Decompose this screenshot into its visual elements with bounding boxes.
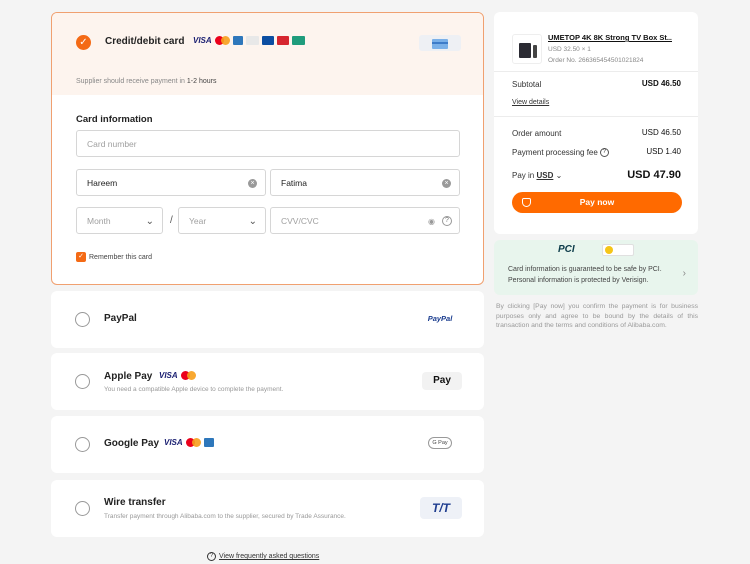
shield-icon [522,198,531,207]
unionpay-logo [276,36,289,45]
fee-label: Payment processing fee? [512,148,609,158]
paypal-radio[interactable] [75,312,90,327]
order-amount-value: USD 46.50 [641,128,681,137]
subtotal-value: USD 46.50 [641,79,681,88]
last-name-field[interactable]: Fatima × [270,169,460,196]
mastercard-logo [180,371,196,380]
faq-link[interactable]: ? View frequently asked questions [207,552,319,561]
product-thumbnail[interactable] [512,34,542,64]
selected-check-icon: ✓ [76,35,91,50]
chevron-down-icon: ⌄ [248,216,257,227]
visa-logo: VISA [193,36,212,45]
verisign-logo [602,244,634,256]
chevron-down-icon: ⌄ [145,216,154,227]
month-placeholder: Month [87,216,111,226]
card-badge [419,35,461,51]
discover-logo [245,36,259,45]
wire-transfer-title: Wire transfer [104,497,166,508]
apple-pay-brand-logos: VISA [159,371,196,380]
tt-logo: T/T [420,497,462,519]
amex-logo [203,438,214,447]
cvv-field[interactable]: CVV/CVC ◉ ? [270,207,460,234]
last-name-value: Fatima [281,178,307,188]
card-info-title: Card information [76,114,153,125]
apple-pay-title: Apple Pay [104,371,153,382]
card-number-field[interactable]: Card number [76,130,460,157]
help-icon[interactable]: ? [442,216,452,226]
card-option-header: ✓ Credit/debit card VISA Supplier should… [52,13,483,95]
eye-icon[interactable]: ◉ [428,217,435,226]
apple-pay-radio[interactable] [75,374,90,389]
payment-option-paypal[interactable]: PayPal PayPal [51,291,484,348]
subtotal-label: Subtotal [512,80,542,89]
first-name-value: Hareem [87,178,118,188]
view-details-link[interactable]: View details [512,99,549,106]
pay-in-label: Pay in USD ⌄ [512,171,563,180]
remember-card-label: Remember this card [89,254,153,261]
payment-option-card[interactable]: ✓ Credit/debit card VISA Supplier should… [51,12,484,285]
visa-logo: VISA [159,371,178,380]
payment-timing-note: Supplier should receive payment in 1-2 h… [76,78,217,85]
card-brand-logos: VISA [193,36,305,45]
product-name-link[interactable]: UMETOP 4K 8K Strong TV Box St... [548,33,672,42]
paypal-title: PayPal [104,313,137,324]
date-separator: / [170,215,173,226]
total-value: USD 47.90 [627,169,681,181]
help-circle-icon: ? [207,552,216,561]
wire-transfer-description: Transfer payment through Alibaba.com to … [104,513,346,520]
google-pay-radio[interactable] [75,437,90,452]
cvv-placeholder: CVV/CVC [281,216,319,226]
mastercard-logo [185,438,201,447]
wire-transfer-radio[interactable] [75,501,90,516]
amex-logo [232,36,243,45]
card-number-placeholder: Card number [87,139,137,149]
clear-icon[interactable]: × [442,179,451,188]
diners-logo [291,36,305,45]
mastercard-logo [214,36,230,45]
first-name-field[interactable]: Hareem × [76,169,266,196]
year-select[interactable]: Year ⌄ [178,207,266,234]
order-number: Order No. 266365454501021824 [548,57,644,64]
pci-logo: PCI [558,244,575,255]
chevron-down-icon[interactable]: ⌄ [556,171,563,180]
visa-logo: VISA [164,438,183,447]
paypal-logo: PayPal [427,314,453,323]
card-option-title: Credit/debit card [105,36,185,47]
product-price: USD 32.50 × 1 [548,46,591,53]
remember-card-checkbox[interactable]: ✓ [76,252,86,262]
credit-card-icon [432,39,448,49]
divider [494,71,698,72]
security-text: Card information is guaranteed to be saf… [508,266,662,284]
google-pay-title: Google Pay [104,438,160,449]
payment-option-apple-pay[interactable]: Apple Pay VISA You need a compatible App… [51,353,484,410]
apple-pay-description: You need a compatible Apple device to co… [104,386,284,393]
currency-selector[interactable]: USD [536,171,553,180]
jcb-logo [261,36,274,45]
remote-image [533,45,537,58]
security-info[interactable]: PCI Card information is guaranteed to be… [494,240,698,295]
apple-pay-logo: Pay [422,372,462,390]
month-select[interactable]: Month ⌄ [76,207,163,234]
pay-now-button[interactable]: Pay now [512,192,682,213]
chevron-right-icon[interactable]: › [683,268,686,279]
tv-box-image [519,43,531,58]
help-icon[interactable]: ? [599,148,609,158]
payment-option-wire-transfer[interactable]: Wire transfer Transfer payment through A… [51,480,484,537]
check-icon [605,246,613,254]
google-pay-logo: G Pay [428,437,452,449]
google-pay-brand-logos: VISA [164,438,214,447]
order-summary: UMETOP 4K 8K Strong TV Box St... USD 32.… [494,12,698,234]
year-placeholder: Year [189,216,207,226]
fee-value: USD 1.40 [646,147,681,156]
divider [494,116,698,117]
clear-icon[interactable]: × [248,179,257,188]
payment-disclaimer: By clicking [Pay now] you confirm the pa… [496,303,698,329]
payment-option-google-pay[interactable]: Google Pay VISA G Pay [51,416,484,473]
order-amount-label: Order amount [512,129,562,138]
